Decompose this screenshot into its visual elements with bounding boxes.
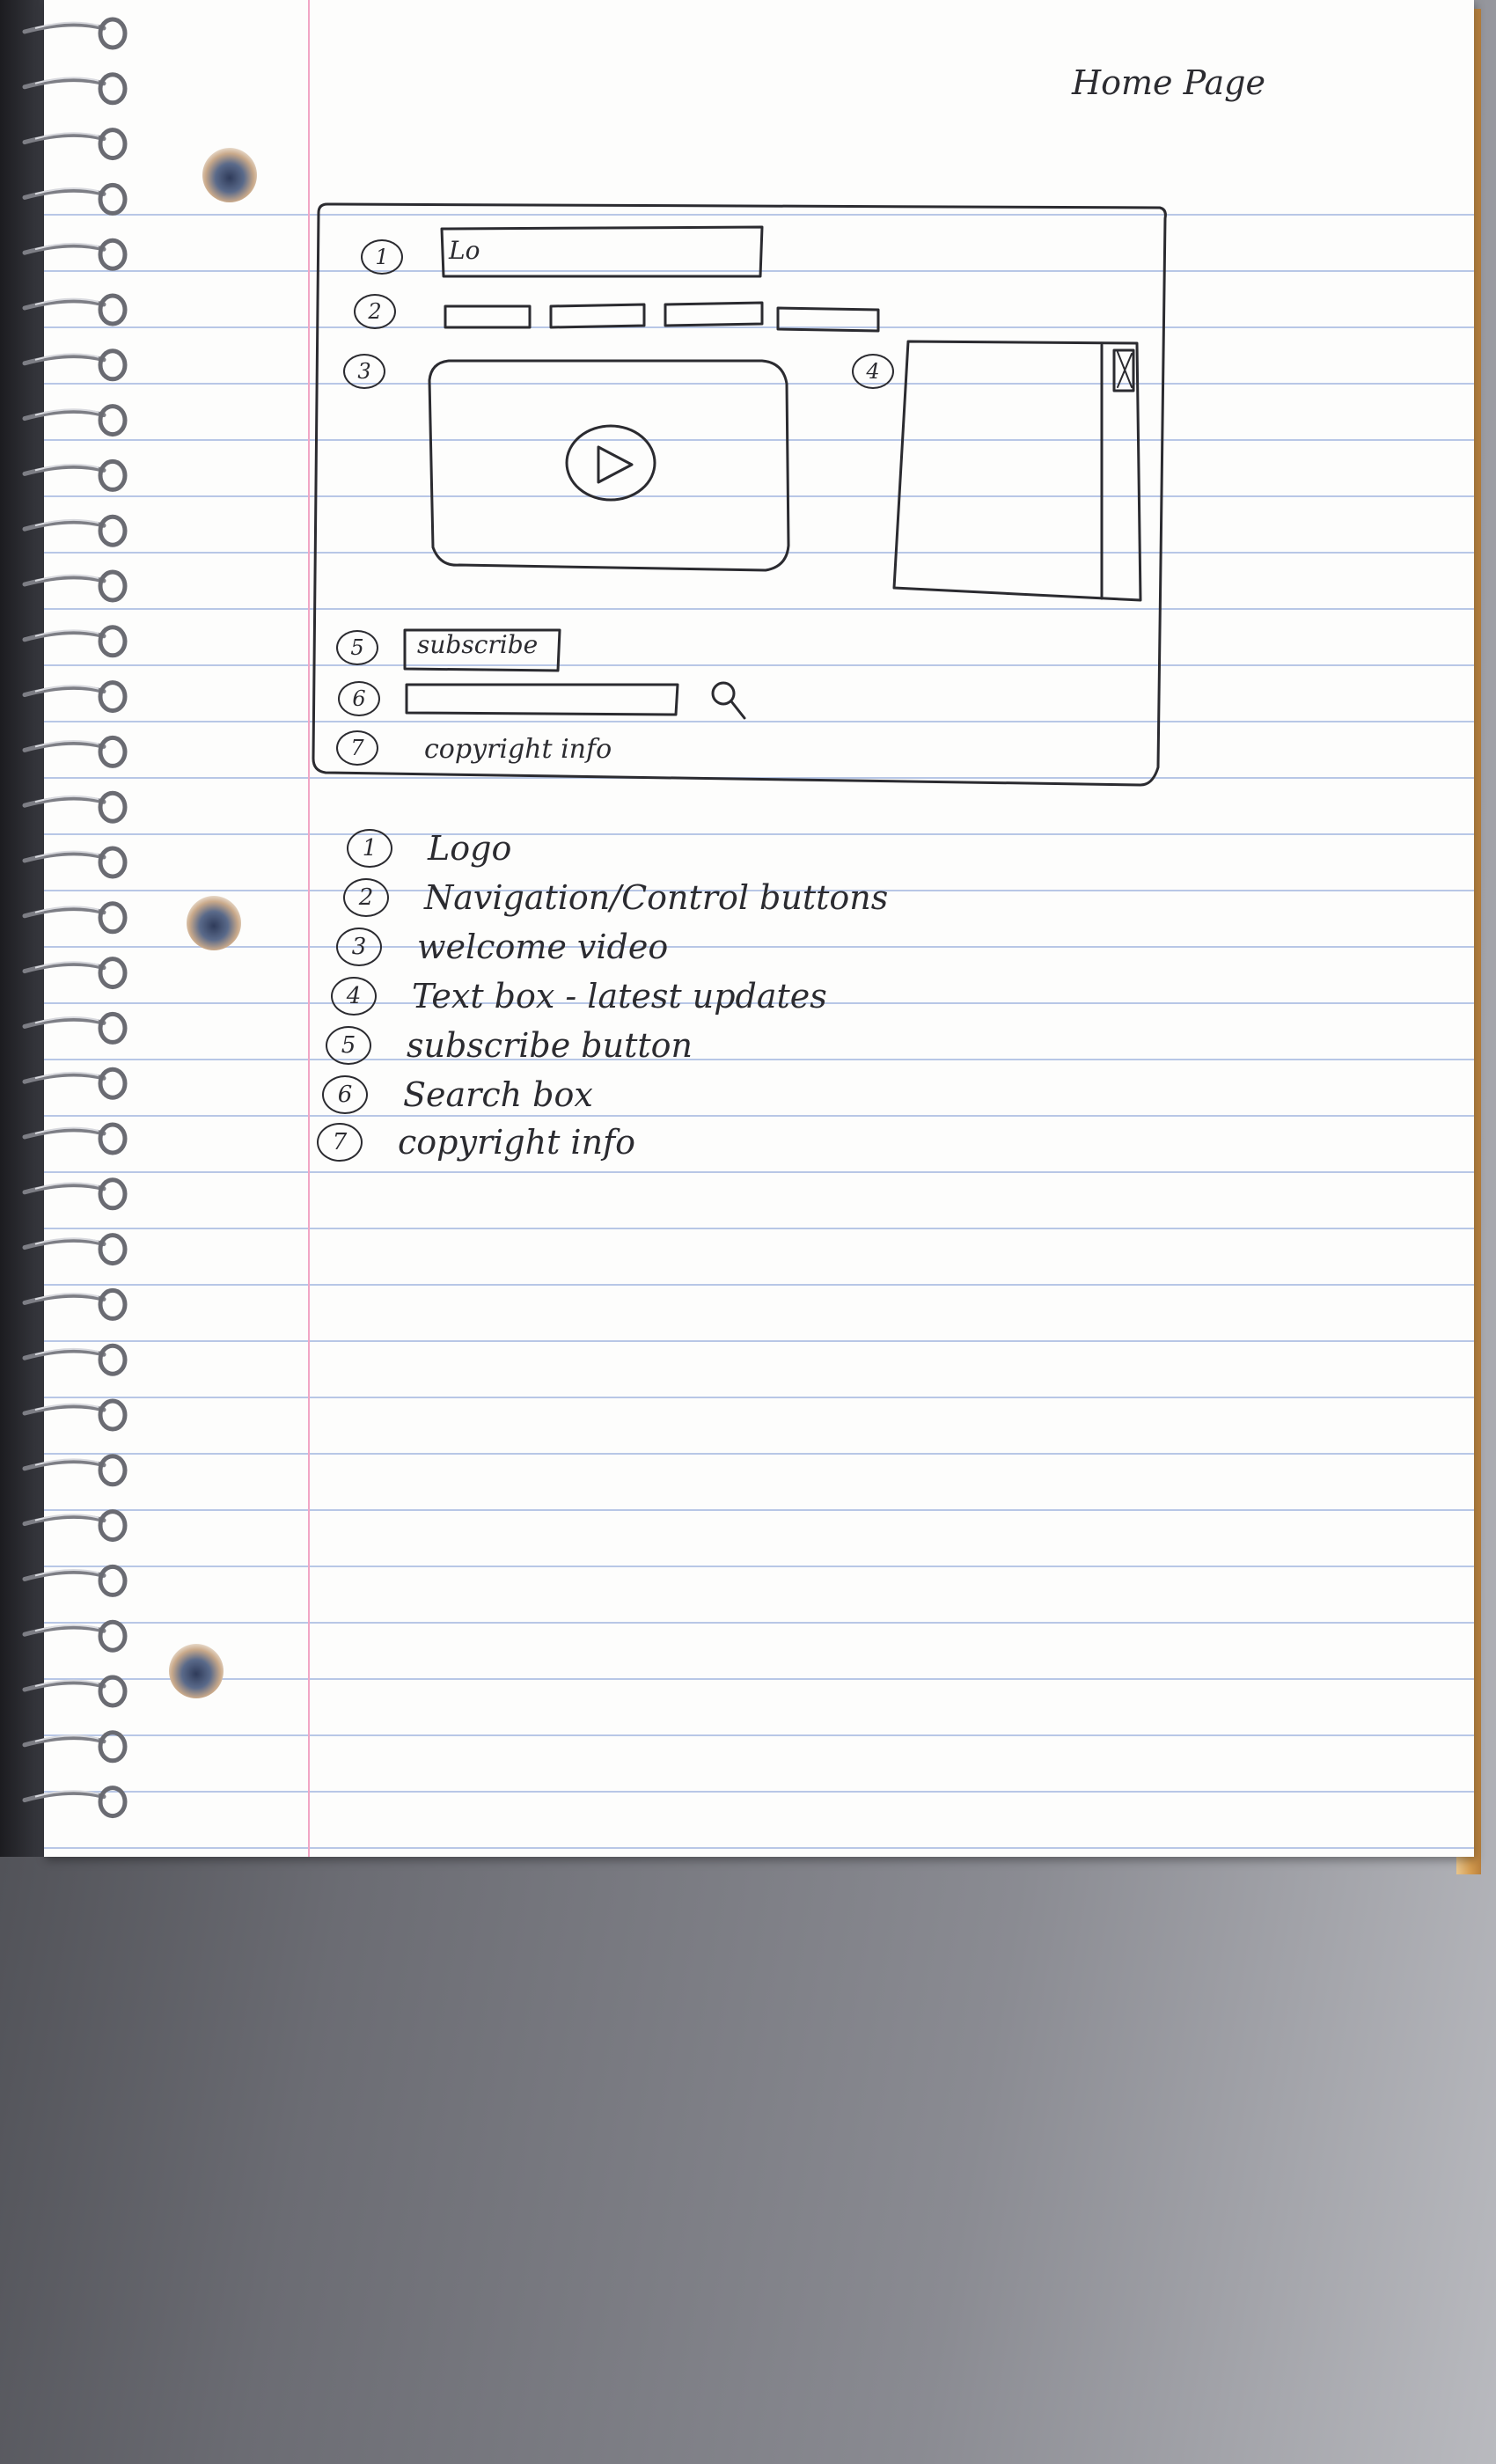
legend-number: 5 bbox=[326, 1026, 371, 1065]
callout-1: 1 bbox=[361, 239, 403, 275]
legend-number: 6 bbox=[322, 1075, 368, 1114]
logo-placeholder-text: Lo bbox=[449, 236, 480, 265]
nav-button-4 bbox=[776, 306, 880, 333]
legend-number: 2 bbox=[343, 878, 389, 917]
callout-6: 6 bbox=[338, 681, 380, 716]
subscribe-button-label: subscribe bbox=[417, 630, 539, 659]
wireframe-sketch bbox=[312, 202, 1167, 787]
legend-label: subscribe button bbox=[407, 1026, 693, 1065]
nav-button-3 bbox=[664, 301, 764, 327]
wireframe-frame bbox=[312, 202, 1167, 787]
legend-label: welcome video bbox=[417, 928, 669, 966]
legend-number: 1 bbox=[347, 829, 392, 868]
nav-button-1 bbox=[444, 304, 532, 329]
play-button-circle bbox=[565, 424, 656, 502]
legend-label: copyright info bbox=[398, 1123, 635, 1162]
legend-label: Navigation/Control buttons bbox=[424, 878, 889, 917]
logo-bar bbox=[440, 225, 764, 278]
callout-7: 7 bbox=[336, 730, 378, 766]
legend-label: Text box - latest updates bbox=[412, 977, 827, 1016]
legend-number: 4 bbox=[331, 977, 377, 1016]
legend-label: Search box bbox=[403, 1075, 593, 1114]
legend-number: 3 bbox=[336, 928, 382, 966]
updates-text-box bbox=[892, 340, 1142, 602]
search-input-box bbox=[405, 683, 679, 716]
callout-3: 3 bbox=[343, 354, 385, 389]
callout-2: 2 bbox=[354, 294, 396, 329]
callout-4: 4 bbox=[852, 354, 894, 389]
search-handle bbox=[730, 700, 746, 720]
nav-button-2 bbox=[549, 303, 646, 329]
legend-number: 7 bbox=[317, 1123, 363, 1162]
page-title: Home Page bbox=[1072, 63, 1265, 102]
legend-label: Logo bbox=[428, 829, 512, 868]
footer-copyright-text: copyright info bbox=[424, 734, 612, 765]
video-box bbox=[428, 359, 790, 572]
callout-5: 5 bbox=[336, 630, 378, 665]
play-icon bbox=[597, 445, 634, 484]
